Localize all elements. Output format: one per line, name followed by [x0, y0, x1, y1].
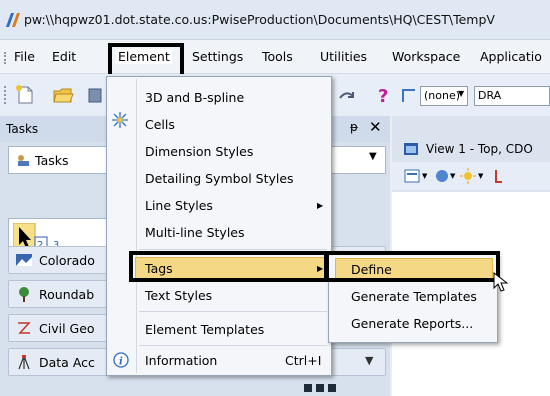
- data-acquisition-icon: [18, 355, 30, 370]
- menu-gutter-divider: [136, 79, 137, 373]
- menu-utilities[interactable]: Utilities: [320, 49, 367, 64]
- window-title: pw:\\hqpwz01.dot.state.co.us:PwiseProduc…: [24, 12, 495, 27]
- menu-tools[interactable]: Tools: [262, 49, 293, 64]
- menu-separator: [139, 311, 327, 312]
- menu-item-line-styles[interactable]: Line Styles: [145, 198, 213, 213]
- roundabout-icon: [19, 287, 29, 302]
- view-tab-label: View 1 - Top, CDO: [426, 142, 533, 156]
- menu-edit[interactable]: Edit: [52, 49, 76, 64]
- close-icon[interactable]: ✕: [369, 118, 382, 136]
- menu-item-information[interactable]: Information: [145, 353, 217, 368]
- chevron-down-icon[interactable]: ▼: [369, 151, 377, 162]
- task-row-label: Data Acc: [39, 355, 95, 370]
- element-menu-dropdown: 3D and B-spline Cells Dimension Styles D…: [106, 76, 332, 376]
- dra-combo-value: DRA: [478, 89, 502, 102]
- view-attributes-icon[interactable]: [404, 168, 420, 184]
- task-row-label: Colorado: [39, 253, 95, 268]
- svg-text:i: i: [119, 357, 123, 368]
- menu-item-3d-bspline[interactable]: 3D and B-spline: [145, 90, 244, 105]
- title-bar: pw:\\hqpwz01.dot.state.co.us:PwiseProduc…: [0, 0, 550, 40]
- level-combo-arrow-icon[interactable]: ▼: [458, 89, 464, 98]
- tags-highlight-box: [129, 251, 328, 282]
- menu-separator: [139, 249, 327, 250]
- dra-combo[interactable]: DRA: [474, 86, 550, 106]
- tasks-panel-title: Tasks: [6, 122, 39, 136]
- tasks-dropdown-label: Tasks: [35, 153, 69, 168]
- pin-icon[interactable]: ᵽ: [350, 120, 358, 134]
- chevron-down-icon[interactable]: ▼: [422, 172, 427, 180]
- menu-file[interactable]: File: [14, 49, 35, 64]
- toolbar-grip: [4, 86, 6, 104]
- redo-icon[interactable]: [336, 84, 358, 106]
- panel-control-icon[interactable]: [304, 384, 312, 392]
- display-style-icon[interactable]: [434, 168, 450, 184]
- open-folder-icon[interactable]: [52, 84, 74, 106]
- chevron-down-icon[interactable]: ▼: [478, 172, 483, 180]
- menubar-grip: [4, 52, 6, 64]
- define-highlight-box: [325, 251, 500, 282]
- view-toolbar: ▼ ▼ ▼: [392, 162, 550, 190]
- civil-geometry-icon: [18, 322, 31, 334]
- new-file-icon[interactable]: [14, 84, 36, 106]
- panel-control-icon[interactable]: [328, 384, 336, 392]
- panel-control-icon[interactable]: [316, 384, 324, 392]
- view-tool-icon[interactable]: [492, 168, 506, 184]
- menu-separator: [139, 345, 327, 346]
- submenu-item-generate-templates[interactable]: Generate Templates: [351, 289, 477, 304]
- lighting-icon[interactable]: [460, 168, 476, 184]
- help-icon[interactable]: ?: [376, 84, 390, 106]
- menu-item-element-templates[interactable]: Element Templates: [145, 322, 264, 337]
- mouse-cursor-icon: [493, 272, 509, 292]
- menu-item-shortcut: Ctrl+I: [285, 353, 322, 368]
- task-row-label: Roundab: [39, 287, 95, 302]
- chevron-down-icon[interactable]: ▼: [365, 354, 373, 367]
- menu-item-cells[interactable]: Cells: [145, 117, 175, 132]
- tasks-icon: [18, 155, 29, 166]
- menu-item-dimension-styles[interactable]: Dimension Styles: [145, 144, 253, 159]
- view-tab[interactable]: View 1 - Top, CDO: [400, 138, 550, 162]
- panel-controls: [300, 384, 360, 394]
- task-row-label: Civil Geo: [39, 321, 95, 336]
- menu-item-multiline-styles[interactable]: Multi-line Styles: [145, 225, 245, 240]
- menu-item-detailing-symbol-styles[interactable]: Detailing Symbol Styles: [145, 171, 294, 186]
- chevron-down-icon[interactable]: ▼: [450, 172, 455, 180]
- menu-bar: File Edit Element Settings Tools Utiliti…: [0, 40, 550, 74]
- menu-settings[interactable]: Settings: [192, 49, 243, 64]
- menu-item-text-styles[interactable]: Text Styles: [145, 288, 212, 303]
- submenu-item-generate-reports[interactable]: Generate Reports...: [351, 316, 473, 331]
- submenu-arrow-icon: ▶: [317, 201, 324, 210]
- level-combo-value: (none): [424, 89, 461, 102]
- save-icon[interactable]: [88, 84, 102, 106]
- svg-text:?: ?: [378, 86, 388, 106]
- menu-applications[interactable]: Applicatio: [480, 49, 542, 64]
- element-selection-icon[interactable]: [400, 84, 420, 106]
- menu-workspace[interactable]: Workspace: [392, 49, 460, 64]
- cells-icon: [112, 112, 128, 128]
- microstation-app-icon: [6, 13, 20, 27]
- view-icon: [404, 143, 418, 155]
- colorado-icon: [16, 254, 32, 266]
- info-icon: i: [113, 352, 129, 368]
